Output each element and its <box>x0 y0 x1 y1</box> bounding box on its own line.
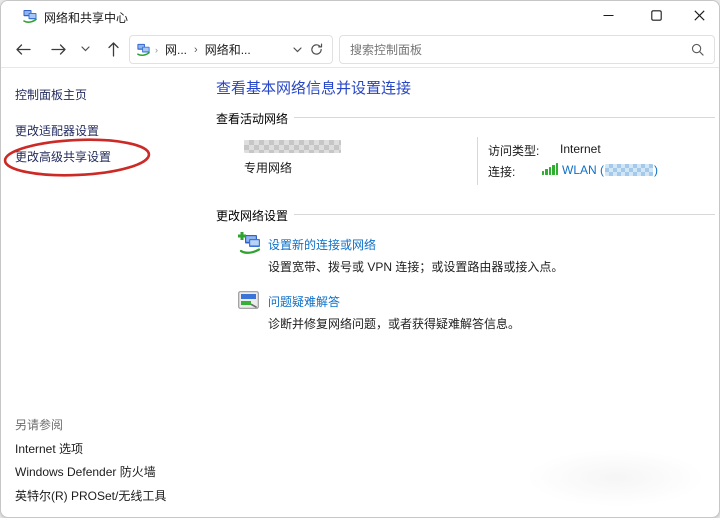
sidebar-item-intel-proset[interactable]: 英特尔(R) PROSet/无线工具 <box>15 487 166 504</box>
recent-locations-button[interactable] <box>77 42 93 56</box>
breadcrumb-separator: › <box>155 44 158 55</box>
window-title: 网络和共享中心 <box>44 11 129 25</box>
red-circle-annotation <box>3 138 151 177</box>
minimize-button[interactable] <box>593 2 623 29</box>
access-type-value: Internet <box>560 142 601 156</box>
network-sharing-center-window: 网络和共享中心 › 网... › 网络和... 搜索控制面板 控制面板主页 更改… <box>0 0 720 518</box>
connections-label: 连接: <box>488 165 516 179</box>
search-input[interactable] <box>350 42 691 57</box>
troubleshoot-link[interactable]: 问题疑难解答 <box>268 293 340 310</box>
network-sharing-center-icon <box>137 43 150 57</box>
breadcrumb-root[interactable]: 网... <box>162 41 190 58</box>
refresh-icon <box>310 43 322 55</box>
maximize-button[interactable] <box>641 2 671 29</box>
address-dropdown-button[interactable] <box>288 41 306 59</box>
address-bar[interactable]: › 网... › 网络和... <box>129 35 333 64</box>
wlan-name-redacted <box>605 164 653 176</box>
breadcrumb-current[interactable]: 网络和... <box>202 41 254 58</box>
arrow-up-icon <box>107 42 119 57</box>
wlan-connection-link[interactable]: WLAN ( ) <box>562 163 658 177</box>
forward-button[interactable] <box>47 39 71 59</box>
section-divider <box>294 117 715 118</box>
sidebar-item-defender-firewall[interactable]: Windows Defender 防火墙 <box>15 463 156 480</box>
title-bar: 网络和共享中心 <box>1 1 719 31</box>
setup-new-connection-link[interactable]: 设置新的连接或网络 <box>268 236 376 253</box>
chevron-down-icon <box>80 46 90 52</box>
wlan-link-prefix[interactable]: WLAN ( <box>562 163 604 177</box>
access-type-label: 访问类型: <box>488 144 540 158</box>
page-title: 查看基本网络信息并设置连接 <box>216 80 412 97</box>
network-sharing-center-icon <box>23 10 37 23</box>
sidebar-item-control-panel-home[interactable]: 控制面板主页 <box>15 86 87 103</box>
setup-new-connection-description: 设置宽带、拨号或 VPN 连接；或设置路由器或接入点。 <box>268 260 564 274</box>
search-box[interactable] <box>339 35 715 64</box>
wlan-link-suffix[interactable]: ) <box>654 163 658 177</box>
troubleshoot-description: 诊断并修复网络问题，或者获得疑难解答信息。 <box>268 317 521 331</box>
search-icon <box>691 43 704 56</box>
watermark <box>526 449 706 507</box>
troubleshoot-icon[interactable] <box>238 291 259 310</box>
back-button[interactable] <box>11 39 35 59</box>
chevron-down-icon <box>292 46 302 52</box>
section-divider <box>294 214 715 215</box>
arrow-right-icon <box>51 43 66 55</box>
active-networks-section-title: 查看活动网络 <box>216 112 289 126</box>
breadcrumb-separator: › <box>194 43 198 56</box>
refresh-button[interactable] <box>306 41 326 59</box>
navigation-bar: › 网... › 网络和... <box>1 31 719 68</box>
new-connection-icon[interactable] <box>237 231 261 256</box>
network-type-label: 专用网络 <box>244 161 293 175</box>
up-button[interactable] <box>102 39 124 59</box>
arrow-left-icon <box>16 43 31 55</box>
column-divider <box>477 137 478 185</box>
change-settings-section-title: 更改网络设置 <box>216 209 289 223</box>
see-also-heading: 另请参阅 <box>15 418 64 432</box>
network-name-redacted <box>244 140 341 153</box>
wifi-signal-icon <box>542 163 558 175</box>
sidebar-item-internet-options[interactable]: Internet 选项 <box>15 440 83 457</box>
close-button[interactable] <box>684 2 714 29</box>
